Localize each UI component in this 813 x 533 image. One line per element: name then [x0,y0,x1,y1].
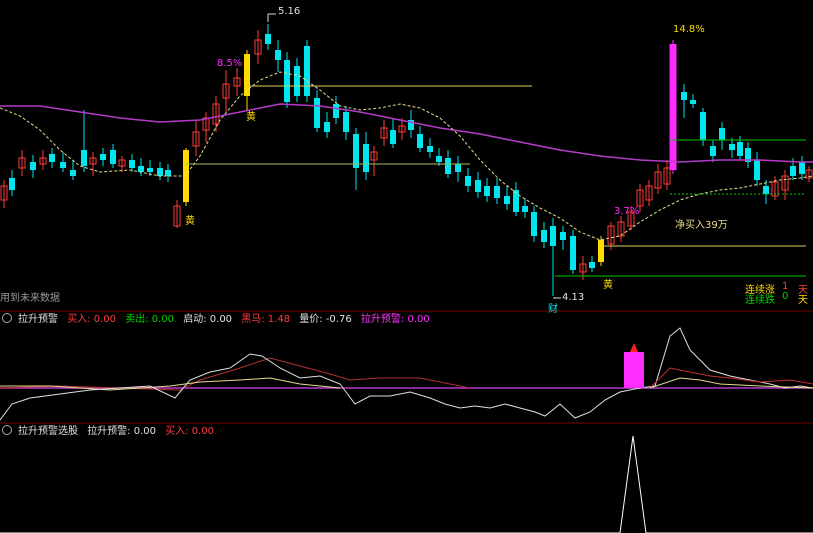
candle-body [284,60,290,102]
candle-body [9,178,15,190]
panel1-volprice: 量价: -0.76 [299,314,352,325]
cai-mark: 财 [548,304,558,315]
candle-body [70,170,76,176]
panel2-title[interactable]: 拉升预警选股 [18,426,78,437]
candle-body [294,66,300,96]
price-low-label: 4.13 [562,292,585,303]
panel2-warning: 拉升预警: 0.00 [87,426,157,437]
candle-body [138,166,144,172]
candle-body [484,186,490,196]
candle-body [333,104,339,118]
buy-mark-3: 黄 [603,280,613,291]
candle-body [314,98,320,128]
candle-body [729,144,735,150]
candle-body [165,170,171,176]
candle-body [790,166,796,176]
price-high-label: 5.16 [278,6,301,17]
pct-label-3: 3.7% [614,206,640,217]
candle-body [669,44,677,170]
candle-body [560,232,566,240]
panel1-start: 启动: 0.00 [183,314,233,325]
indicator-line-yellow [649,377,813,389]
candle-body [445,158,451,174]
stat-down-value: 0 [782,291,789,302]
candle-body [763,186,769,194]
panel2-header: 拉升预警选股 拉升预警: 0.00 买入: 0.00 [0,425,220,439]
candle-body [522,206,528,212]
candle-body [427,146,433,152]
candle-body [324,122,330,132]
panel1-sell: 卖出: 0.00 [125,314,175,325]
panel1-warning: 拉升预警: 0.00 [360,314,430,325]
candle-body [343,112,349,132]
candle-body [110,150,116,164]
candle-body [147,168,153,172]
panel1-title[interactable]: 拉升预警 [18,314,58,325]
stat-down-unit: 天 [798,295,808,306]
candle-body [275,50,281,60]
candle-body [265,34,271,44]
panel1-header: 拉升预警 买入: 0.00 卖出: 0.00 启动: 0.00 黑马: 1.48… [0,313,436,327]
candle-body [436,156,442,162]
candle-body [541,230,547,242]
candle-body [531,212,537,236]
pct-label-2: 14.8% [673,24,705,35]
candle-body [589,262,595,268]
selection-signal-line [0,435,813,533]
candle-body [754,160,760,180]
candle-body [417,134,423,148]
panel1-darkhorse: 黑马: 1.48 [241,314,291,325]
gear-icon[interactable] [2,313,12,323]
candle-body [681,92,687,100]
warning-bar [624,352,644,388]
candle-body [737,142,743,156]
future-data-note: 用到未来数据 [0,293,60,304]
candle-body [304,46,310,96]
candle-body [710,146,716,156]
indicator-line-red [0,357,471,391]
warning-arrow [630,343,638,352]
gear-icon[interactable] [2,425,12,435]
panel1-buy: 买入: 0.00 [67,314,117,325]
candle-body [60,162,66,168]
candle-body [504,196,510,204]
candle-body [81,150,87,166]
candle-body [550,226,556,246]
candle-body [157,168,163,176]
panel2-buy: 买入: 0.00 [165,426,215,437]
candle-body [129,160,135,168]
pct-label-1: 8.5% [217,58,243,69]
kline-chart[interactable] [0,0,813,533]
buy-mark-2: 黄 [246,112,256,123]
candle-body [719,128,725,140]
candle-body [30,162,36,170]
candle-body [465,176,471,186]
candle-body [570,236,576,270]
net-buy-label: 净买入39万 [675,220,728,231]
candle-body [690,100,696,104]
candle-body [455,164,461,172]
indicator-line-white [0,327,813,421]
candle-body [100,154,106,160]
candle-body [598,240,604,262]
candle-body [353,134,359,168]
candle-body [494,186,500,198]
buy-mark-1: 黄 [185,216,195,227]
candle-body [475,180,481,192]
candle-body [244,54,250,96]
candle-body [390,130,396,144]
candle-body [49,154,55,162]
candle-body [363,144,369,172]
stat-down-label: 连续跌 [745,295,775,306]
ma-long-line [0,103,813,163]
candle-body [700,112,706,140]
candle-body [799,162,805,174]
